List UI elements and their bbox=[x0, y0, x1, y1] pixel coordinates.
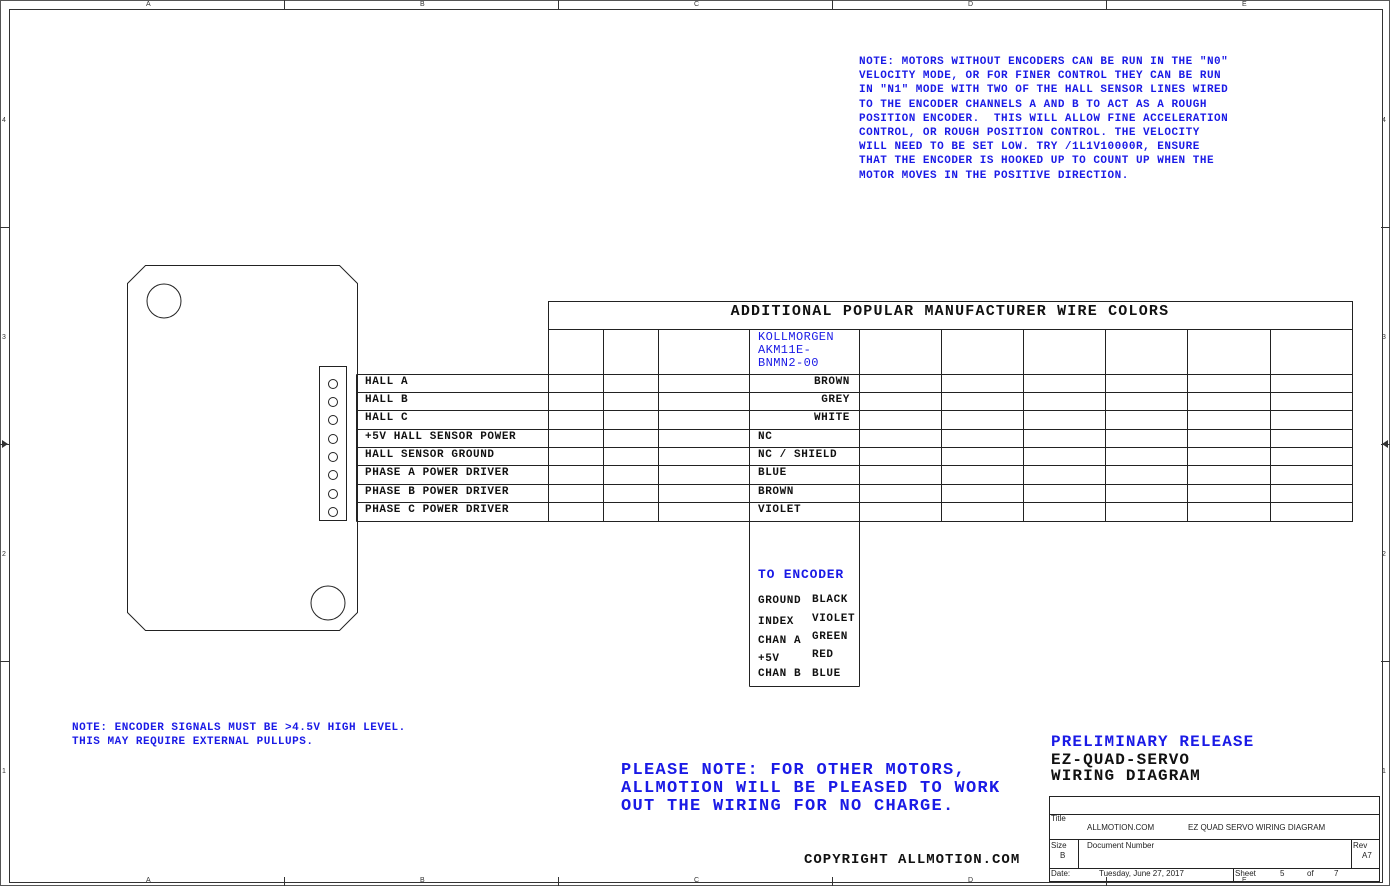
encoder-title: TO ENCODER bbox=[758, 567, 845, 582]
tb-date-label: Date: bbox=[1051, 869, 1071, 878]
zone-right-2: 2 bbox=[1382, 551, 1386, 558]
zone-bottom-c: C bbox=[694, 877, 700, 884]
wire-color-4: NC bbox=[758, 431, 773, 443]
tb-sheet-value: 5 bbox=[1280, 869, 1285, 878]
zone-bottom-b: B bbox=[420, 877, 425, 884]
connector-pin-2 bbox=[328, 397, 338, 407]
please-note: PLEASE NOTE: FOR OTHER MOTORS, ALLMOTION… bbox=[621, 761, 1001, 816]
document-name: WIRING DIAGRAM bbox=[1051, 767, 1201, 785]
wire-color-7: BROWN bbox=[758, 486, 795, 498]
pin-label-4: +5V HALL SENSOR POWER bbox=[365, 431, 517, 443]
tb-size-label: Size bbox=[1051, 841, 1067, 850]
tb-title-value: EZ QUAD SERVO WIRING DIAGRAM bbox=[1188, 823, 1326, 832]
encoder-color-4: RED bbox=[812, 649, 834, 661]
connector-pin-6 bbox=[328, 470, 338, 480]
pin-label-2: HALL B bbox=[365, 394, 409, 406]
encoder-signal-note: NOTE: ENCODER SIGNALS MUST BE >4.5V HIGH… bbox=[72, 722, 406, 748]
pin-label-3: HALL C bbox=[365, 412, 409, 424]
zone-top-c: C bbox=[694, 1, 700, 8]
encoder-signal-3: CHAN A bbox=[758, 635, 802, 647]
zone-top-d: D bbox=[968, 1, 974, 8]
release-status: PRELIMINARY RELEASE bbox=[1051, 733, 1255, 751]
encoder-color-2: VIOLET bbox=[812, 613, 856, 625]
connector-pin-1 bbox=[328, 379, 338, 389]
zone-right-1: 1 bbox=[1382, 768, 1386, 775]
table-title: ADDITIONAL POPULAR MANUFACTURER WIRE COL… bbox=[730, 303, 1170, 320]
copyright: COPYRIGHT ALLMOTION.COM bbox=[804, 852, 1021, 868]
tb-rev-value: A7 bbox=[1362, 851, 1372, 860]
encoder-signal-4: +5V bbox=[758, 653, 780, 665]
tb-of-value: 7 bbox=[1334, 869, 1339, 878]
zone-top-e: E bbox=[1242, 1, 1247, 8]
connector-pin-3 bbox=[328, 415, 338, 425]
tb-title-label: Title bbox=[1051, 814, 1066, 823]
pin-label-7: PHASE B POWER DRIVER bbox=[365, 486, 510, 498]
wire-color-1: BROWN bbox=[813, 376, 850, 388]
connector-pin-4 bbox=[328, 434, 338, 444]
pin-label-6: PHASE A POWER DRIVER bbox=[365, 467, 510, 479]
tb-company: ALLMOTION.COM bbox=[1087, 823, 1155, 832]
encoder-signal-1: GROUND bbox=[758, 595, 802, 607]
wire-color-6: BLUE bbox=[758, 467, 787, 479]
pin-label-8: PHASE C POWER DRIVER bbox=[365, 504, 510, 516]
mounting-hole-top bbox=[146, 283, 182, 319]
zone-left-2: 2 bbox=[2, 551, 6, 558]
connector-pin-5 bbox=[328, 452, 338, 462]
tb-size-value: B bbox=[1060, 851, 1066, 860]
encoder-color-1: BLACK bbox=[812, 594, 849, 606]
zone-left-3: 3 bbox=[2, 334, 6, 341]
zone-left-1: 1 bbox=[2, 768, 6, 775]
encoder-color-5: BLUE bbox=[812, 668, 841, 680]
mounting-hole-bottom bbox=[310, 585, 346, 621]
pin-label-5: HALL SENSOR GROUND bbox=[365, 449, 495, 461]
tb-sheet-label: Sheet bbox=[1235, 869, 1256, 878]
zone-bottom-a: A bbox=[146, 877, 151, 884]
wire-color-8: VIOLET bbox=[758, 504, 802, 516]
encoder-color-3: GREEN bbox=[812, 631, 849, 643]
connector-pin-7 bbox=[328, 489, 338, 499]
tb-of-label: of bbox=[1307, 869, 1314, 878]
manufacturer-header-kollmorgen: KOLLMORGEN AKM11E- BNMN2-00 bbox=[758, 330, 835, 370]
wire-color-2: GREY bbox=[821, 394, 850, 406]
zone-top-a: A bbox=[146, 1, 151, 8]
pin-label-1: HALL A bbox=[365, 376, 409, 388]
zone-left-4: 4 bbox=[2, 117, 6, 124]
wire-color-5: NC / SHIELD bbox=[758, 449, 838, 461]
tb-date-value: Tuesday, June 27, 2017 bbox=[1099, 869, 1184, 878]
tb-rev-label: Rev bbox=[1353, 841, 1368, 850]
zone-bottom-e: E bbox=[1242, 877, 1247, 884]
encoder-signal-2: INDEX bbox=[758, 616, 795, 628]
zone-right-4: 4 bbox=[1382, 117, 1386, 124]
wire-color-3: WHITE bbox=[813, 412, 850, 424]
encoder-signal-5: CHAN B bbox=[758, 668, 802, 680]
motor-encoder-note: NOTE: MOTORS WITHOUT ENCODERS CAN BE RUN… bbox=[859, 56, 1229, 182]
zone-bottom-d: D bbox=[968, 877, 974, 884]
tb-docnum-label: Document Number bbox=[1087, 841, 1155, 850]
connector-pin-8 bbox=[328, 507, 338, 517]
zone-top-b: B bbox=[420, 1, 425, 8]
zone-right-3: 3 bbox=[1382, 334, 1386, 341]
